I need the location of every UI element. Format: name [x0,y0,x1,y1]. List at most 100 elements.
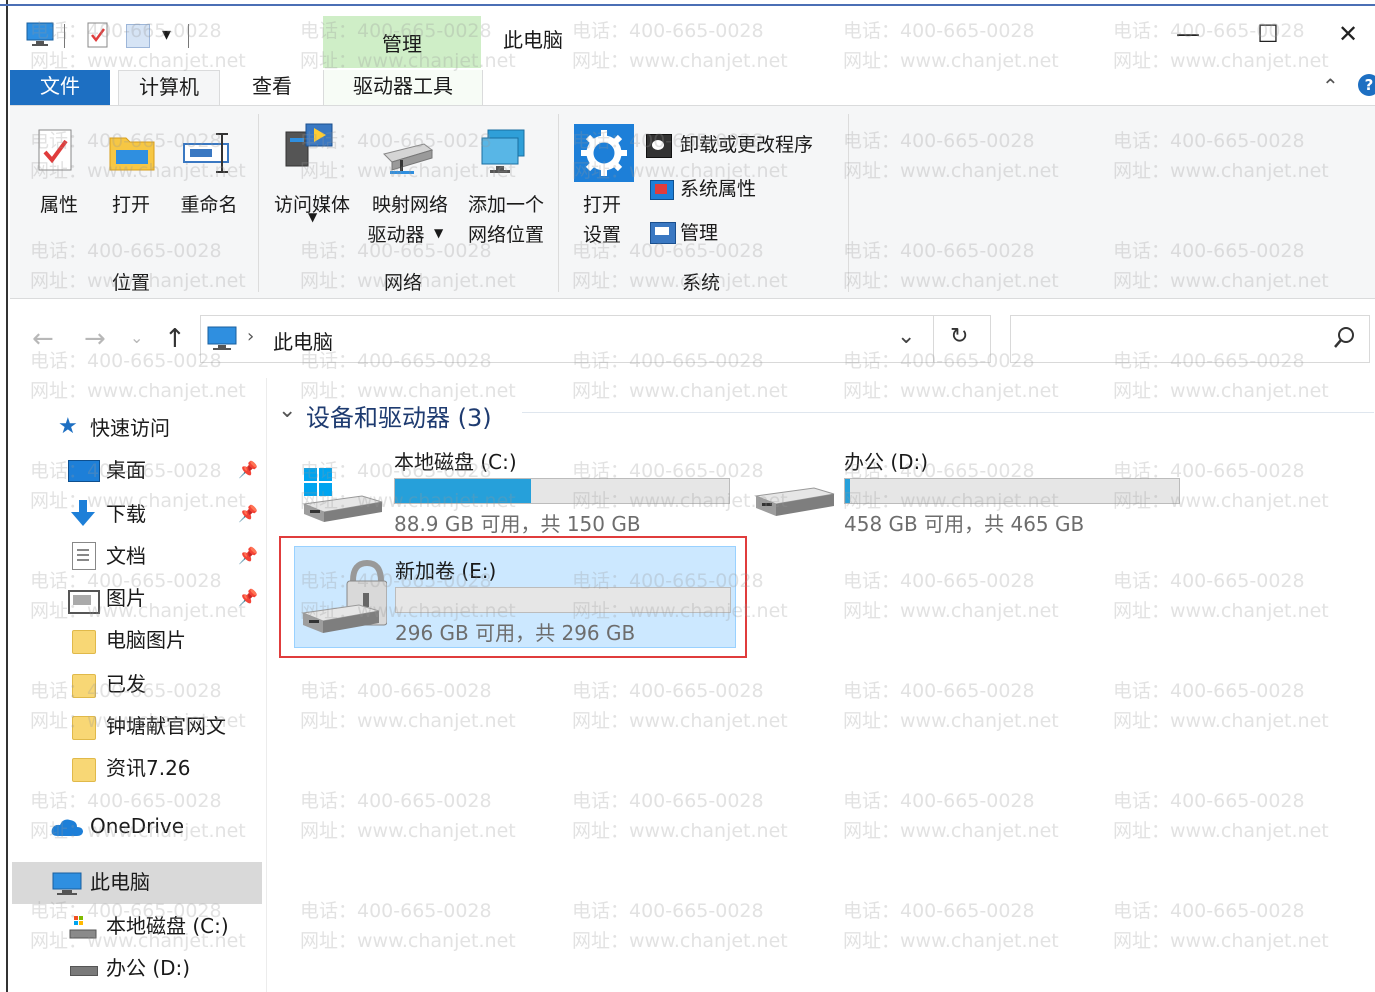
watermark-phone: 电话：400-665-0028 [843,570,1035,592]
watermark-site: 网址：www.chanjet.net [1113,710,1329,732]
watermark-phone: 电话：400-665-0028 [843,680,1035,702]
settings-gear-icon [574,124,634,182]
help-icon[interactable]: ? [1358,74,1375,96]
search-input[interactable] [1010,315,1370,363]
nav-item-pictures[interactable]: 图片 [106,580,146,616]
map-network-drive-line2[interactable]: 驱动器 [360,220,432,247]
nav-onedrive[interactable]: OneDrive [90,808,184,844]
manage-context-tab-header[interactable]: 管理 [323,16,481,68]
watermark-phone: 电话：400-665-0028 [843,900,1035,922]
chevron-up-icon[interactable]: ⌃ [1322,74,1339,98]
pin-icon[interactable]: 📌 [238,588,258,607]
map-drive-dropdown-icon[interactable]: ▼ [434,226,443,240]
map-drive-icon [380,136,436,180]
nav-drive-c[interactable]: 本地磁盘 (C:) [106,908,229,944]
drive-e-usage-bar [395,587,731,613]
open-settings-line1[interactable]: 打开 [570,190,634,217]
drive-c-name: 本地磁盘 (C:) [394,450,517,474]
this-pc-nav-icon [52,872,82,900]
watermark-text: 电话：400-665-0028 网址：www.chanjet.net [572,896,788,956]
refresh-button[interactable]: ↻ [933,315,991,363]
access-media-icon [284,122,336,180]
uninstall-icon [646,134,672,158]
uninstall-button[interactable]: 卸载或更改程序 [680,130,813,157]
add-network-location-icon [478,128,534,180]
nav-item-folder[interactable]: 电脑图片 [106,622,186,658]
refresh-icon: ↻ [950,324,969,349]
add-network-location-line2[interactable]: 网络位置 [458,220,554,247]
pin-icon[interactable]: 📌 [238,546,258,565]
address-bar[interactable]: › 此电脑 ⌄ [200,315,935,363]
system-properties-button[interactable]: 系统属性 [680,174,756,201]
forward-arrow-icon[interactable]: → [84,324,106,354]
watermark-phone: 电话：400-665-0028 [300,900,492,922]
drive-d-usage-bar [844,478,1180,504]
nav-item-downloads[interactable]: 下载 [106,496,146,532]
breadcrumb-this-pc[interactable]: 此电脑 [273,326,333,355]
tab-drive-tools[interactable]: 驱动器工具 [323,70,483,106]
rename-button[interactable]: 重命名 [170,190,248,217]
access-media-dropdown-icon[interactable]: ▼ [308,210,317,224]
folder-icon [72,716,96,740]
watermark-phone: 电话：400-665-0028 [300,790,492,812]
maximize-button[interactable]: ☐ [1248,20,1288,48]
watermark-site: 网址：www.chanjet.net [843,710,1059,732]
properties-ribbon-icon [36,128,76,178]
section-collapse-chevron-icon[interactable]: ⌄ [278,398,296,423]
nav-drive-d[interactable]: 办公 (D:) [106,950,190,986]
drive-e-tile[interactable]: 新加卷 (E:) 296 GB 可用，共 296 GB [294,546,736,648]
nav-item-desktop[interactable]: 桌面 [106,452,146,488]
watermark-phone: 电话：400-665-0028 [572,790,764,812]
drive-c-usage-fill [395,479,531,503]
back-arrow-icon[interactable]: ← [32,324,54,354]
minimize-button[interactable]: — [1168,20,1208,48]
nav-item-folder[interactable]: 已发 [106,666,146,702]
manage-icon [650,222,676,244]
drive-d-space: 458 GB 可用，共 465 GB [844,512,1085,536]
properties-check-icon[interactable] [86,22,110,52]
drive-c-tile[interactable]: 本地磁盘 (C:) 88.9 GB 可用，共 150 GB [296,440,736,536]
ribbon-separator [848,114,849,292]
tab-view[interactable]: 查看 [232,70,312,106]
tab-file[interactable]: 文件 [10,70,110,106]
breadcrumb-chevron-icon[interactable]: › [247,326,254,347]
open-settings-line2[interactable]: 设置 [570,220,634,247]
watermark-text: 电话：400-665-0028 网址：www.chanjet.net [300,786,516,846]
drive-d-tile[interactable]: 办公 (D:) 458 GB 可用，共 465 GB [748,440,1188,536]
desktop-icon [68,460,100,482]
map-network-drive-line1[interactable]: 映射网络 [362,190,458,217]
ribbon: 属性 打开 重命名 位置 访问媒体 ▼ 映射网络 驱动器 ▼ 添加一个 网络位置… [10,105,1375,299]
watermark-site: 网址：www.chanjet.net [1113,380,1329,402]
properties-button[interactable]: 属性 [24,190,94,217]
watermark-text: 电话：400-665-0028 网址：www.chanjet.net [1113,896,1329,956]
nav-item-folder[interactable]: 钟塘献官网文 [106,708,226,744]
drive-e-name: 新加卷 (E:) [395,559,497,583]
up-arrow-icon[interactable]: ↑ [164,324,186,354]
watermark-text: 电话：400-665-0028 网址：www.chanjet.net [300,676,516,736]
add-network-location-line1[interactable]: 添加一个 [458,190,554,217]
ribbon-separator [258,114,259,292]
windows-drive-icon [302,466,384,530]
address-dropdown-icon[interactable]: ⌄ [897,324,915,349]
watermark-phone: 电话：400-665-0028 [572,900,764,922]
manage-button[interactable]: 管理 [680,218,718,245]
nav-quick-access[interactable]: 快速访问 [90,410,170,446]
document-icon [72,542,96,570]
nav-this-pc[interactable]: 此电脑 [90,864,150,900]
recent-locations-chevron-icon[interactable]: ⌄ [130,328,143,347]
nav-item-folder[interactable]: 资讯7.26 [106,750,191,786]
pin-icon[interactable]: 📌 [238,504,258,523]
new-folder-icon[interactable] [126,24,150,48]
open-button[interactable]: 打开 [100,190,162,217]
qat-dropdown-icon[interactable]: ▾ [162,24,171,45]
watermark-site: 网址：www.chanjet.net [843,600,1059,622]
computer-icon[interactable] [26,22,54,46]
section-header-devices[interactable]: 设备和驱动器 (3) [306,398,492,433]
tab-computer[interactable]: 计算机 [118,70,220,107]
nav-item-documents[interactable]: 文档 [106,538,146,574]
pin-icon[interactable]: 📌 [238,460,258,479]
watermark-text: 电话：400-665-0028 网址：www.chanjet.net [300,896,516,956]
pictures-icon [68,590,100,614]
close-button[interactable]: ✕ [1328,20,1368,48]
network-group-label: 网络 [384,272,423,294]
